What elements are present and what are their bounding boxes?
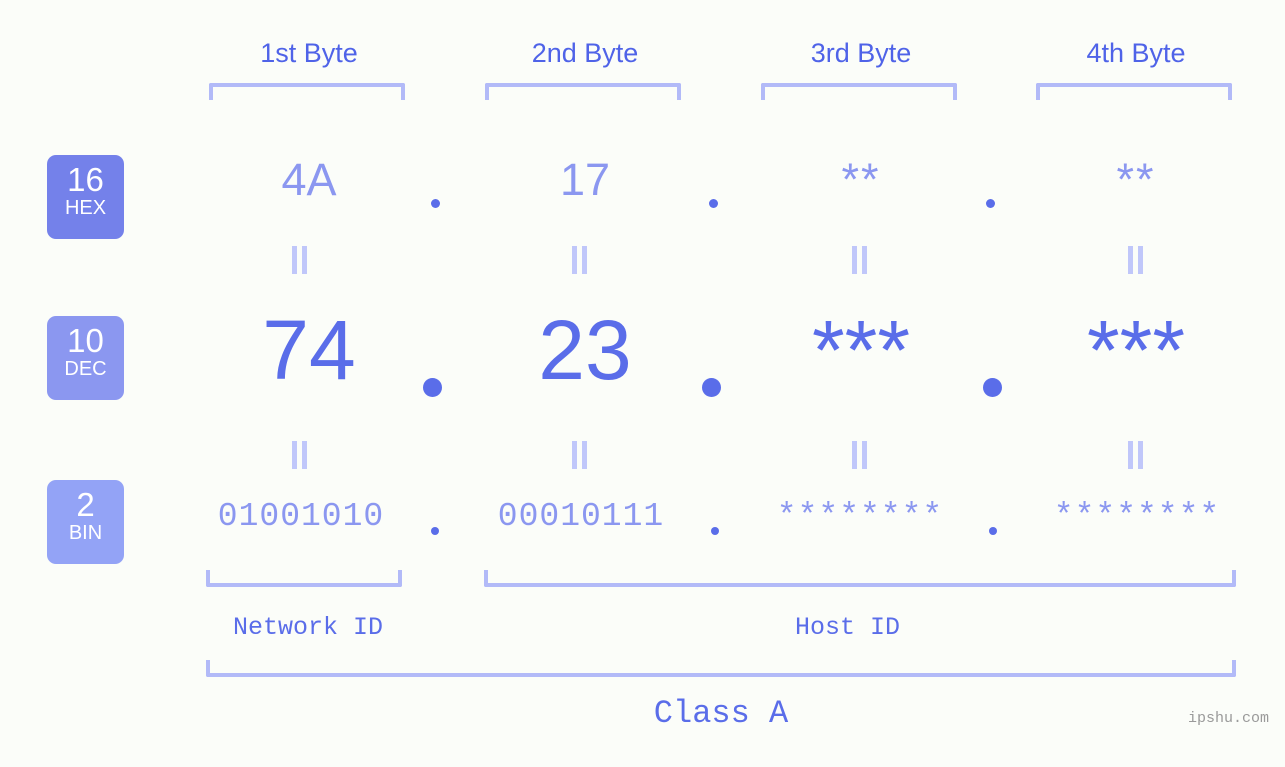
hex-separator-dot-1 — [431, 199, 440, 208]
hex-value-byte-2: 17 — [559, 154, 611, 205]
network-id-bracket — [206, 570, 402, 587]
byte-bracket-top-3 — [761, 83, 957, 100]
base-badge-dec-number: 10 — [67, 322, 104, 359]
dec-value-byte-4: *** — [1086, 303, 1186, 397]
bin-value-byte-2: 00010111 — [497, 498, 665, 535]
base-badge-hex-abbr: HEX — [64, 197, 107, 219]
hex-separator-dot-2 — [709, 199, 718, 208]
dec-separator-dot-2 — [702, 378, 721, 397]
host-id-bracket — [484, 570, 1236, 587]
bin-value-byte-1: 01001010 — [217, 498, 385, 535]
dec-value-byte-3: *** — [811, 303, 911, 397]
class-bracket — [206, 660, 1236, 677]
hex-separator-dot-3 — [986, 199, 995, 208]
byte-bracket-top-4 — [1036, 83, 1232, 100]
bin-separator-dot-1 — [431, 527, 439, 535]
byte-bracket-top-1 — [209, 83, 405, 100]
base-badge-dec-abbr: DEC — [64, 358, 107, 380]
hex-value-byte-1: 4A — [281, 154, 337, 205]
byte-header-label-4: 4th Byte — [1086, 38, 1186, 68]
host-id-label: Host ID — [794, 613, 901, 642]
byte-bracket-top-2 — [485, 83, 681, 100]
watermark: ipshu.com — [1187, 710, 1269, 727]
base-badge-bin: 2 BIN — [47, 480, 124, 564]
bin-separator-dot-3 — [989, 527, 997, 535]
base-badge-bin-number: 2 — [76, 486, 95, 523]
byte-header-label-2: 2nd Byte — [531, 38, 639, 68]
bin-value-byte-3: ******** — [776, 498, 944, 535]
hex-value-byte-3: ** — [841, 154, 881, 205]
dec-value-byte-2: 23 — [538, 303, 632, 397]
dec-separator-dot-1 — [423, 378, 442, 397]
equals-mark-dec-bin-3 — [848, 441, 870, 469]
equals-mark-hex-dec-3 — [848, 246, 870, 274]
ip-byte-breakdown-diagram: 1st Byte 2nd Byte 3rd Byte 4th Byte 16 H… — [0, 0, 1285, 767]
byte-header-label-1: 1st Byte — [260, 38, 358, 68]
base-badge-bin-abbr: BIN — [68, 522, 103, 544]
equals-mark-hex-dec-4 — [1124, 246, 1146, 274]
equals-mark-dec-bin-4 — [1124, 441, 1146, 469]
network-id-label: Network ID — [232, 613, 384, 642]
bin-separator-dot-2 — [711, 527, 719, 535]
equals-mark-dec-bin-2 — [568, 441, 590, 469]
dec-value-byte-1: 74 — [262, 303, 356, 397]
base-badge-dec: 10 DEC — [47, 316, 124, 400]
equals-mark-hex-dec-2 — [568, 246, 590, 274]
bin-value-byte-4: ******** — [1053, 498, 1221, 535]
byte-header-label-3: 3rd Byte — [810, 38, 912, 68]
equals-mark-hex-dec-1 — [288, 246, 310, 274]
dec-separator-dot-3 — [983, 378, 1002, 397]
class-label: Class A — [653, 695, 789, 732]
equals-mark-dec-bin-1 — [288, 441, 310, 469]
hex-value-byte-4: ** — [1116, 154, 1156, 205]
base-badge-hex: 16 HEX — [47, 155, 124, 239]
base-badge-hex-number: 16 — [67, 161, 104, 198]
